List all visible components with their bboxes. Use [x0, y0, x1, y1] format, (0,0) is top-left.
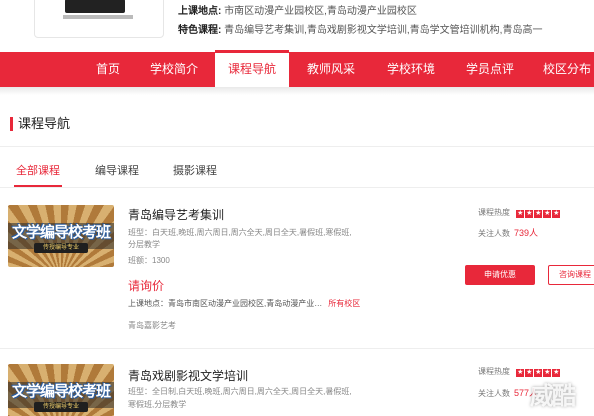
course-schedule-cont: 寒假班,分层教学	[128, 400, 187, 409]
course-followers: 关注人数 739人	[478, 226, 538, 239]
rating-label: 课程热度	[478, 367, 510, 376]
course-title[interactable]: 青岛戏剧影视文学培训	[128, 367, 248, 384]
school-info-header: 上课地点: 市南区动漫产业园校区,青岛动漫产业园校区 特色课程: 青岛编导艺考集…	[0, 0, 594, 52]
tab-photography-courses[interactable]: 摄影课程	[173, 163, 217, 187]
divider	[0, 146, 594, 147]
address-value: 市南区动漫产业园校区,青岛动漫产业园校区	[224, 6, 417, 17]
course-price: 请询价	[128, 279, 165, 293]
course-title[interactable]: 青岛编导艺考集训	[128, 206, 224, 223]
nav-environment[interactable]: 学校环境	[378, 52, 444, 87]
tabs-divider	[0, 187, 594, 188]
feature-value: 青岛编导艺考集训,青岛戏剧影视文学培训,青岛学文管培训机构,青岛高一	[224, 25, 543, 36]
nav-reviews[interactable]: 学员点评	[457, 52, 523, 87]
star-icon: ★	[525, 209, 534, 218]
section-title: 课程导航	[10, 115, 70, 133]
feature-courses-line: 特色课程: 青岛编导艺考集训,青岛戏剧影视文学培训,青岛学文管培训机构,青岛高一	[178, 21, 542, 36]
star-icon: ★	[543, 209, 552, 218]
course-rating: 课程热度 ★ ★ ★ ★ ★	[478, 207, 561, 218]
star-icon: ★	[516, 368, 525, 377]
course-schedule-cont: 分层教学	[128, 240, 160, 249]
thumbnail-title: 文学编导校考班	[11, 224, 111, 241]
course-schedule: 班型：全日制,白天班,晚班,周六周日,周六全天,周日全天,暑假班,	[128, 387, 352, 396]
course-schedule: 班型：白天班,晚班,周六周日,周六全天,周日全天,暑假班,寒假班,	[128, 228, 352, 237]
star-icon: ★	[534, 209, 543, 218]
school-logo[interactable]	[34, 0, 164, 38]
apply-discount-button[interactable]: 申请优惠	[465, 265, 535, 285]
consult-course-button[interactable]: 咨询课程	[548, 265, 594, 285]
logo-mark	[65, 0, 125, 13]
card-divider	[0, 348, 594, 349]
course-address: 上课地点：青岛市南区动漫产业园校区,青岛动漫产业… 所有校区	[128, 298, 360, 309]
follow-count: 739人	[514, 228, 539, 238]
course-class-size: 班额：1300	[128, 256, 170, 265]
nav-shadow	[0, 87, 594, 95]
thumbnail-title: 文学编导校考班	[11, 383, 111, 400]
thumbnail-subtitle: 传授编导专业	[34, 243, 88, 253]
nav-home[interactable]: 首页	[82, 52, 134, 87]
nav-courses[interactable]: 课程导航	[215, 50, 289, 88]
thumbnail-subtitle: 传授编导专业	[34, 402, 88, 412]
star-icon: ★	[552, 209, 561, 218]
address-line: 上课地点: 市南区动漫产业园校区,青岛动漫产业园校区	[178, 2, 417, 17]
rating-stars: ★ ★ ★ ★ ★	[516, 208, 561, 218]
follow-label: 关注人数	[478, 389, 510, 398]
all-campuses-link[interactable]: 所有校区	[328, 299, 360, 308]
watermark-text: 威酷	[530, 383, 576, 410]
main-nav: 首页 学校简介 课程导航 教师风采 学校环境 学员点评 校区分布	[0, 50, 594, 88]
tab-all-courses[interactable]: 全部课程	[14, 163, 62, 187]
nav-campuses[interactable]: 校区分布	[534, 52, 594, 87]
star-icon: ★	[516, 209, 525, 218]
course-thumbnail[interactable]: 文学编导校考班 传授编导专业	[8, 364, 114, 416]
course-thumbnail[interactable]: 文学编导校考班 传授编导专业	[8, 205, 114, 267]
nav-about[interactable]: 学校简介	[143, 52, 205, 87]
course-address-value: 青岛市南区动漫产业园校区,青岛动漫产业…	[168, 299, 323, 308]
nav-teachers[interactable]: 教师风采	[298, 52, 364, 87]
rating-label: 课程热度	[478, 208, 510, 217]
address-label: 上课地点:	[178, 6, 222, 17]
tab-directing-courses[interactable]: 编导课程	[95, 163, 139, 187]
feature-label: 特色课程:	[178, 25, 222, 36]
course-school[interactable]: 青岛嘉影艺考	[128, 320, 176, 331]
course-address-label: 上课地点：	[128, 299, 168, 308]
follow-label: 关注人数	[478, 229, 510, 238]
logo-subtext	[63, 15, 133, 19]
